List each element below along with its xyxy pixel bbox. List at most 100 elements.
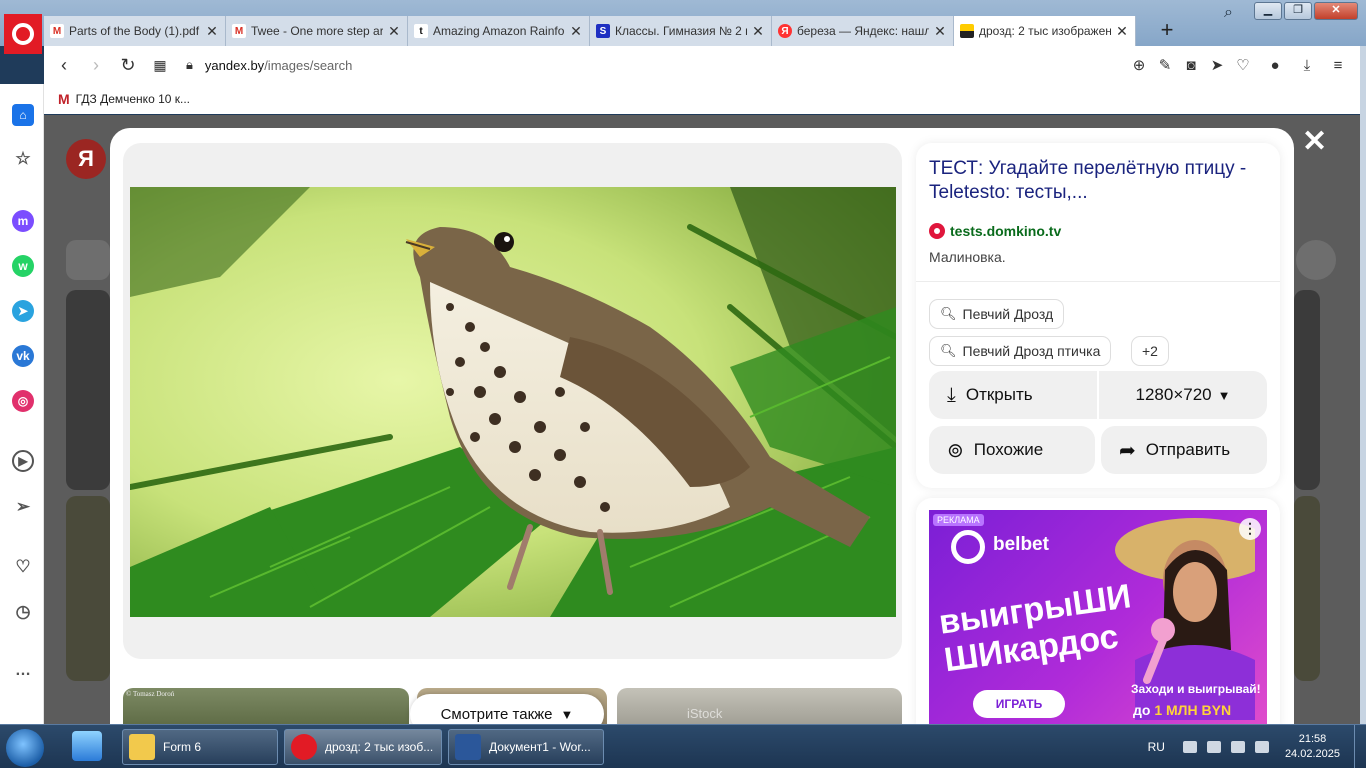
url-host: yandex.by	[204, 57, 265, 73]
more-icon[interactable]: …	[12, 660, 34, 682]
more-tags-chip[interactable]: +2	[1131, 336, 1169, 366]
taskbar-app-label: Документ1 - Wor...	[489, 740, 591, 754]
home-icon[interactable]: ⌂	[12, 104, 34, 126]
volume-icon[interactable]	[1254, 741, 1269, 753]
share-icon: ➦	[1119, 439, 1136, 462]
camera-icon[interactable]: ◙	[1182, 57, 1200, 74]
search-icon: 🔍︎	[940, 343, 957, 358]
maximize-button[interactable]: ❐	[1284, 2, 1312, 20]
show-desktop-button[interactable]	[1354, 725, 1366, 768]
open-button[interactable]: ⤓ Открыть	[929, 371, 1097, 419]
forward-icon[interactable]: ›	[80, 55, 112, 76]
similar-button[interactable]: ⊚ Похожие	[929, 426, 1095, 474]
bookmark-item[interactable]: ГДЗ Демченко 10 к...	[76, 92, 190, 106]
send-icon[interactable]: ➤	[1208, 56, 1226, 74]
heart-icon[interactable]: ♡	[12, 556, 34, 578]
close-tab-icon[interactable]: ✕	[387, 23, 401, 40]
battery-icon[interactable]	[1206, 741, 1221, 753]
related-thumb[interactable]: iStock	[617, 688, 902, 728]
clock[interactable]: 21:58 24.02.2025	[1285, 732, 1340, 762]
media-player-icon[interactable]	[72, 731, 102, 761]
close-tab-icon[interactable]: ✕	[933, 23, 947, 40]
back-icon[interactable]: ‹	[48, 55, 80, 76]
related-thumb[interactable]: © Tomasz Doroń	[123, 688, 409, 728]
result-tile[interactable]	[1294, 290, 1320, 490]
see-also-button[interactable]: Смотрите также ▼	[410, 694, 604, 728]
taskbar-app-explorer[interactable]: Form 6	[122, 729, 278, 765]
minimize-button[interactable]: ▁	[1254, 2, 1282, 20]
ad-prize-amount: 1 МЛН BYN	[1154, 702, 1232, 718]
close-tab-icon[interactable]: ✕	[205, 23, 219, 40]
star-icon[interactable]: ☆	[12, 148, 34, 170]
result-tile[interactable]	[66, 290, 110, 490]
size-label: 1280×720	[1135, 385, 1212, 404]
easy-setup-icon[interactable]: ≡	[1324, 57, 1352, 74]
share-label: Отправить	[1145, 440, 1231, 459]
reload-icon[interactable]: ↻	[112, 55, 144, 76]
telegram-icon[interactable]: ➤	[12, 300, 34, 322]
size-select[interactable]: 1280×720 ▼	[1099, 371, 1267, 419]
start-button[interactable]	[6, 729, 44, 767]
history-icon[interactable]: ◷	[12, 601, 34, 623]
opera-icon	[12, 23, 34, 45]
tab-grid-icon[interactable]: ▦	[144, 57, 176, 74]
system-tray: RU 21:58 24.02.2025	[1148, 725, 1366, 768]
tab-search-icon[interactable]: ⌕	[1224, 4, 1233, 22]
s-icon: S	[596, 24, 610, 38]
next-arrow-button[interactable]	[1296, 240, 1336, 280]
network-icon[interactable]	[1182, 741, 1197, 753]
result-tile[interactable]	[66, 496, 110, 681]
song-thrush-image	[130, 187, 896, 617]
tab-4[interactable]: Я береза — Яндекс: нашл ✕	[772, 16, 954, 46]
bird-photo[interactable]	[130, 187, 896, 617]
close-tab-icon[interactable]: ✕	[569, 23, 583, 40]
tab-2[interactable]: t Amazing Amazon Rainfo ✕	[408, 16, 590, 46]
edit-icon[interactable]: ✎	[1156, 56, 1174, 74]
taskbar-app-word[interactable]: Документ1 - Wor...	[448, 729, 604, 765]
chip-label: Певчий Дрозд птичка	[962, 343, 1101, 359]
share-button[interactable]: ➦ Отправить	[1101, 426, 1267, 474]
info-panel: ТЕСТ: Угадайте перелётную птицу - Telete…	[916, 143, 1280, 488]
source-title-link[interactable]: ТЕСТ: Угадайте перелётную птицу - Telete…	[929, 157, 1249, 205]
window-scrollbar[interactable]	[1360, 46, 1366, 724]
tab-3[interactable]: S Классы. Гимназия № 2 г ✕	[590, 16, 772, 46]
ad-banner[interactable]: РЕКЛАМА belbet выигрыШИ ШИкардос ИГРАТЬ …	[929, 510, 1267, 728]
source-site[interactable]: tests.domkino.tv	[929, 223, 1061, 239]
zoom-icon[interactable]: ⊕	[1130, 56, 1148, 74]
taskbar-app-label: Form 6	[163, 740, 202, 754]
lock-icon[interactable]: 🔒︎	[186, 57, 193, 73]
heart-icon[interactable]: ♡	[1234, 56, 1252, 74]
signal-icon[interactable]	[1230, 741, 1245, 753]
url-field[interactable]: yandex.by/images/search	[205, 58, 352, 73]
opera-menu-button[interactable]	[4, 14, 42, 54]
gmail-icon: M	[232, 24, 246, 38]
whatsapp-icon[interactable]: w	[12, 255, 34, 277]
taskbar-app-opera[interactable]: дрозд: 2 тыс изоб...	[284, 729, 442, 765]
close-tab-icon[interactable]: ✕	[751, 23, 765, 40]
tag-chip[interactable]: 🔍︎ Певчий Дрозд птичка	[929, 336, 1112, 366]
instagram-icon[interactable]: ◎	[12, 390, 34, 412]
yandex-images-icon	[960, 24, 974, 38]
new-tab-button[interactable]: +	[1152, 16, 1182, 46]
close-viewer-button[interactable]: ✕	[1302, 124, 1327, 159]
vk-icon[interactable]: vk	[12, 345, 34, 367]
ad-play-button[interactable]: ИГРАТЬ	[973, 690, 1065, 718]
download-icon: ⤓	[947, 383, 956, 406]
profile-icon[interactable]: ●	[1260, 57, 1290, 74]
ad-menu-icon[interactable]: ⋮	[1239, 518, 1261, 540]
chevron-down-icon: ▼	[1217, 387, 1231, 403]
result-tile[interactable]	[1294, 496, 1320, 681]
close-window-button[interactable]: ✕	[1314, 2, 1358, 20]
tag-chip[interactable]: 🔍︎ Певчий Дрозд	[929, 299, 1065, 329]
language-indicator[interactable]: RU	[1148, 740, 1165, 754]
download-icon[interactable]: ⤓	[1298, 57, 1316, 74]
messenger-icon[interactable]: m	[12, 210, 34, 232]
tab-1[interactable]: M Twee - One more step ar ✕	[226, 16, 408, 46]
send-icon[interactable]: ➢	[12, 496, 34, 518]
player-icon[interactable]: ▶	[12, 450, 34, 472]
filters-button[interactable]	[66, 240, 110, 280]
image-viewer-modal: ТЕСТ: Угадайте перелётную птицу - Telete…	[110, 128, 1294, 728]
tab-0[interactable]: M Parts of the Body (1).pdf ✕	[44, 16, 226, 46]
tab-5-active[interactable]: дрозд: 2 тыс изображен ✕	[954, 16, 1136, 46]
close-tab-icon[interactable]: ✕	[1115, 23, 1129, 40]
